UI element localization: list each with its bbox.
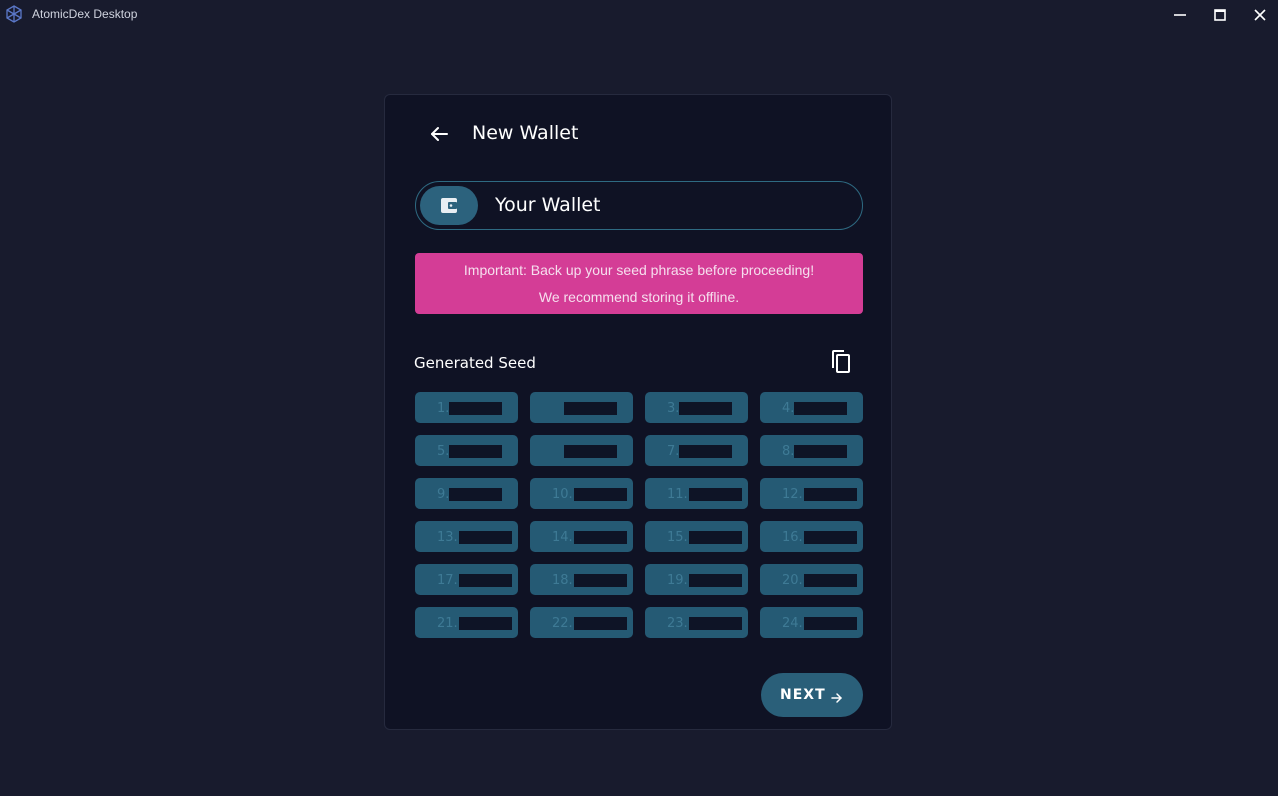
close-icon: [1249, 4, 1271, 26]
seed-word-chip[interactable]: 5.: [415, 435, 518, 466]
seed-word-number: 1.: [437, 401, 450, 416]
seed-word-chip[interactable]: 13.: [415, 521, 518, 552]
arrow-left-icon: [427, 127, 451, 150]
seed-word-number: 4.: [782, 401, 795, 416]
seed-word-number: 15.: [667, 530, 688, 545]
seed-word-chip[interactable]: 7.: [645, 435, 748, 466]
wallet-name-field: Your Wallet: [415, 181, 863, 230]
seed-word-redacted: [804, 488, 857, 501]
seed-word-number: 20.: [782, 573, 803, 588]
seed-word-redacted: [804, 574, 857, 587]
maximize-icon: [1209, 4, 1231, 26]
backup-warning-banner: Important: Back up your seed phrase befo…: [415, 253, 863, 314]
new-wallet-card: New Wallet Your Wallet Important: Back u…: [384, 94, 892, 730]
seed-word-chip[interactable]: 8.: [760, 435, 863, 466]
next-button[interactable]: NEXT: [761, 673, 863, 717]
back-button[interactable]: [427, 122, 451, 146]
seed-word-redacted: [689, 574, 742, 587]
seed-word-number: 11.: [667, 487, 688, 502]
seed-word-redacted: [574, 574, 627, 587]
copy-seed-button[interactable]: [829, 349, 853, 375]
seed-word-chip[interactable]: 3.: [645, 392, 748, 423]
seed-word-chip[interactable]: 2.: [530, 392, 633, 423]
close-button[interactable]: [1249, 4, 1271, 26]
seed-word-number: 23.: [667, 616, 688, 631]
seed-word-chip[interactable]: 23.: [645, 607, 748, 638]
seed-word-chip[interactable]: 20.: [760, 564, 863, 595]
arrow-right-icon: [831, 689, 843, 708]
minimize-button[interactable]: [1169, 4, 1191, 26]
seed-word-number: 12.: [782, 487, 803, 502]
seed-word-number: 10.: [552, 487, 573, 502]
wallet-name: Your Wallet: [495, 194, 601, 216]
warning-line-2: We recommend storing it offline.: [538, 289, 740, 305]
seed-word-chip[interactable]: 14.: [530, 521, 633, 552]
seed-word-redacted: [449, 445, 502, 458]
seed-word-number: 14.: [552, 530, 573, 545]
minimize-icon: [1169, 4, 1191, 26]
seed-word-redacted: [459, 617, 512, 630]
seed-word-chip[interactable]: 6.: [530, 435, 633, 466]
seed-word-redacted: [574, 531, 627, 544]
seed-word-chip[interactable]: 11.: [645, 478, 748, 509]
seed-word-redacted: [679, 402, 732, 415]
seed-word-chip[interactable]: 22.: [530, 607, 633, 638]
seed-word-redacted: [564, 402, 617, 415]
seed-word-number: 18.: [552, 573, 573, 588]
seed-word-redacted: [679, 445, 732, 458]
seed-word-redacted: [794, 402, 847, 415]
seed-word-number: 16.: [782, 530, 803, 545]
seed-word-chip[interactable]: 9.: [415, 478, 518, 509]
seed-word-redacted: [804, 531, 857, 544]
seed-word-number: 8.: [782, 444, 795, 459]
seed-word-chip[interactable]: 19.: [645, 564, 748, 595]
seed-word-number: 21.: [437, 616, 458, 631]
seed-word-number: 17.: [437, 573, 458, 588]
seed-word-redacted: [794, 445, 847, 458]
seed-word-chip[interactable]: 24.: [760, 607, 863, 638]
seed-word-number: 5.: [437, 444, 450, 459]
seed-word-chip[interactable]: 17.: [415, 564, 518, 595]
seed-word-redacted: [689, 617, 742, 630]
warning-line-1: Important: Back up your seed phrase befo…: [463, 262, 815, 278]
seed-word-number: 24.: [782, 616, 803, 631]
seed-word-number: 9.: [437, 487, 450, 502]
maximize-button[interactable]: [1209, 4, 1231, 26]
seed-word-redacted: [449, 488, 502, 501]
seed-word-redacted: [689, 488, 742, 501]
copy-icon: [829, 350, 853, 379]
seed-word-redacted: [804, 617, 857, 630]
app-logo-icon: [5, 5, 23, 23]
seed-word-redacted: [574, 617, 627, 630]
window-title: AtomicDex Desktop: [32, 7, 138, 21]
seed-word-chip[interactable]: 1.: [415, 392, 518, 423]
next-button-label: NEXT: [780, 687, 826, 703]
seed-word-redacted: [564, 445, 617, 458]
seed-word-chip[interactable]: 15.: [645, 521, 748, 552]
seed-word-redacted: [689, 531, 742, 544]
wallet-badge: [420, 186, 478, 225]
seed-word-chip[interactable]: 21.: [415, 607, 518, 638]
seed-word-chip[interactable]: 18.: [530, 564, 633, 595]
generated-seed-label: Generated Seed: [414, 354, 536, 372]
seed-word-grid: 1. 2. 3. 4. 5. 6. 7. 8. 9. 10. 11. 12. 13. 14. 15. 16. 1…: [415, 392, 864, 638]
seed-word-redacted: [449, 402, 502, 415]
seed-word-redacted: [459, 574, 512, 587]
seed-word-chip[interactable]: 10.: [530, 478, 633, 509]
seed-word-chip[interactable]: 4.: [760, 392, 863, 423]
seed-word-redacted: [459, 531, 512, 544]
window-title-bar: AtomicDex Desktop: [0, 0, 1278, 29]
seed-word-chip[interactable]: 12.: [760, 478, 863, 509]
seed-word-number: 19.: [667, 573, 688, 588]
seed-word-chip[interactable]: 16.: [760, 521, 863, 552]
page-title: New Wallet: [472, 122, 579, 144]
seed-word-number: 13.: [437, 530, 458, 545]
seed-word-number: 3.: [667, 401, 680, 416]
seed-word-number: 7.: [667, 444, 680, 459]
seed-word-redacted: [574, 488, 627, 501]
seed-word-number: 22.: [552, 616, 573, 631]
